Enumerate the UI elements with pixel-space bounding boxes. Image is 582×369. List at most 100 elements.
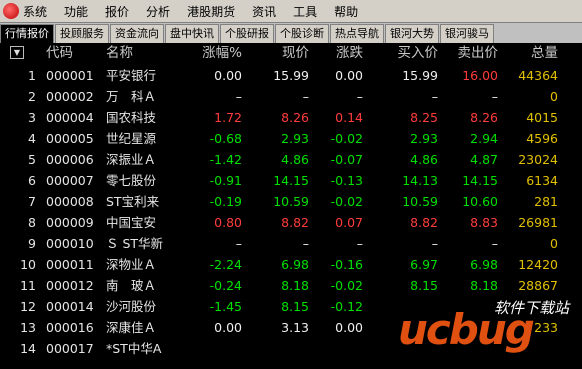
cell-idx: 12 (20, 299, 36, 314)
tab-research[interactable]: 个股研报 (220, 24, 274, 43)
table-row[interactable]: 11 000012 南 玻Ａ -0.24 8.18 -0.02 8.15 8.18 28867 (0, 275, 582, 296)
cell-price: 10.59 (273, 194, 309, 209)
cell-code: 000002 (46, 89, 94, 104)
cell-price: 4.86 (281, 152, 309, 167)
cell-code: 000004 (46, 110, 94, 125)
tab-quote[interactable]: 行情报价 (0, 24, 54, 43)
table-row[interactable]: 6 000007 零七股份 -0.91 14.15 -0.13 14.13 14.15 6134 (0, 170, 582, 191)
table-row[interactable]: 8 000009 中国宝安 0.80 8.82 0.07 8.82 8.83 26981 (0, 212, 582, 233)
menu-function[interactable]: 功能 (64, 3, 88, 20)
cell-vol: 26981 (518, 215, 558, 230)
tab-hot[interactable]: 热点导航 (330, 24, 384, 43)
cell-vol: 281 (534, 194, 558, 209)
cell-chg: 0.14 (335, 110, 363, 125)
cell-price: 8.15 (281, 299, 309, 314)
table-row[interactable]: 5 000006 深振业Ａ -1.42 4.86 -0.07 4.86 4.87 23024 (0, 149, 582, 170)
cell-ask: 14.15 (462, 173, 498, 188)
cell-price: 8.18 (281, 278, 309, 293)
cell-ask: 10.60 (462, 194, 498, 209)
table-row[interactable]: 10 000011 深物业Ａ -2.24 6.98 -0.16 6.97 6.98 12420 (0, 254, 582, 275)
cell-price: 8.26 (281, 110, 309, 125)
cell-name: 国农科技 (106, 110, 157, 125)
cell-chg: – (356, 236, 363, 251)
menu-system[interactable]: 系统 (23, 3, 47, 20)
col-price-header[interactable]: 现价 (250, 43, 309, 63)
cell-name: 深振业Ａ (106, 152, 157, 167)
col-volume-header[interactable]: 总量 (505, 43, 558, 63)
cell-vol: 6134 (526, 173, 558, 188)
cell-vol: 0 (550, 89, 558, 104)
cell-vol: 23024 (518, 152, 558, 167)
menu-news[interactable]: 资讯 (252, 3, 276, 20)
cell-ask: 8.26 (470, 110, 498, 125)
menu-analysis[interactable]: 分析 (146, 3, 170, 20)
table-row[interactable]: 9 000010 Ｓ ST华新 – – – – – 0 (0, 233, 582, 254)
cell-name: 深物业Ａ (106, 257, 157, 272)
tab-galaxy-trend[interactable]: 银河大势 (385, 24, 439, 43)
table-row[interactable]: 4 000005 世纪星源 -0.68 2.93 -0.02 2.93 2.94 4596 (0, 128, 582, 149)
cell-vol: 44364 (518, 68, 558, 83)
col-bid-header[interactable]: 买入价 (372, 43, 439, 63)
cell-vol: 4015 (526, 110, 558, 125)
cell-bid: – (431, 236, 438, 251)
cell-vol: 0 (550, 236, 558, 251)
watermark-sub: 软件下载站 (494, 299, 570, 317)
col-pct-header[interactable]: 涨幅% (190, 43, 242, 63)
cell-name: Ｓ ST华新 (106, 236, 164, 251)
cell-idx: 8 (28, 215, 36, 230)
cell-price: – (302, 89, 309, 104)
tab-galaxy-horse[interactable]: 银河骏马 (440, 24, 494, 43)
cell-chg: -0.02 (330, 278, 363, 293)
cell-code: 000014 (46, 299, 94, 314)
cell-bid: 8.15 (410, 278, 438, 293)
table-row[interactable]: 1 000001 平安银行 0.00 15.99 0.00 15.99 16.00 44364 (0, 65, 582, 86)
cell-price: 3.13 (281, 320, 309, 335)
cell-pct: -0.19 (209, 194, 242, 209)
cell-pct: -0.24 (209, 278, 242, 293)
cell-chg: -0.12 (330, 299, 363, 314)
cell-price: 14.15 (273, 173, 309, 188)
watermark-logo: ucbug 软件下载站 (398, 297, 582, 369)
col-name-header[interactable]: 名称 (106, 43, 202, 63)
cell-bid: 10.59 (402, 194, 438, 209)
col-code-header[interactable]: 代码 (46, 43, 96, 63)
tab-flash-news[interactable]: 盘中快讯 (165, 24, 219, 43)
cell-chg: 0.07 (335, 215, 363, 230)
cell-chg: 0.00 (335, 320, 363, 335)
cell-idx: 6 (28, 173, 36, 188)
cell-chg: -0.02 (330, 131, 363, 146)
menu-quote[interactable]: 报价 (105, 3, 129, 20)
cell-ask: 16.00 (462, 68, 498, 83)
menu-hk-futures[interactable]: 港股期货 (187, 3, 235, 20)
table-row[interactable]: 2 000002 万 科Ａ – – – – – 0 (0, 86, 582, 107)
cell-price: 15.99 (273, 68, 309, 83)
cell-pct: -0.91 (209, 173, 242, 188)
cell-code: 000011 (46, 257, 94, 272)
table-row[interactable]: 3 000004 国农科技 1.72 8.26 0.14 8.25 8.26 4015 (0, 107, 582, 128)
cell-idx: 3 (28, 110, 36, 125)
col-ask-header[interactable]: 卖出价 (444, 43, 499, 63)
sort-dropdown-icon[interactable]: ▼ (10, 46, 24, 59)
cell-idx: 13 (20, 320, 36, 335)
menu-tools[interactable]: 工具 (293, 3, 317, 20)
cell-pct: -1.42 (209, 152, 242, 167)
cell-bid: 4.86 (410, 152, 438, 167)
cell-name: 南 玻Ａ (106, 278, 157, 293)
cell-pct: -1.45 (209, 299, 242, 314)
cell-vol: 12420 (518, 257, 558, 272)
col-change-header[interactable]: 涨跌 (318, 43, 363, 63)
tab-diagnosis[interactable]: 个股诊断 (275, 24, 329, 43)
cell-name: 沙河股份 (106, 299, 157, 314)
cell-ask: 8.18 (470, 278, 498, 293)
tab-fund-flow[interactable]: 资金流向 (110, 24, 164, 43)
table-row[interactable]: 7 000008 ST宝利来 -0.19 10.59 -0.02 10.59 10.60 281 (0, 191, 582, 212)
cell-ask: – (491, 236, 498, 251)
cell-name: *ST中华A (106, 341, 162, 356)
menu-help[interactable]: 帮助 (334, 3, 358, 20)
cell-idx: 14 (20, 341, 36, 356)
cell-pct: 1.72 (214, 110, 242, 125)
tab-advisory[interactable]: 投顾服务 (55, 24, 109, 43)
cell-code: 000010 (46, 236, 94, 251)
table-header: ▼ 代码 名称 涨幅% 现价 涨跌 买入价 卖出价 总量 (0, 43, 582, 65)
cell-code: 000007 (46, 173, 94, 188)
